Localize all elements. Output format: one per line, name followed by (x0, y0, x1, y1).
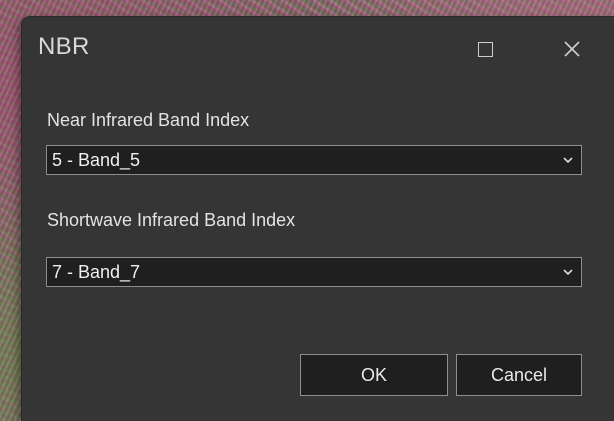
cancel-button[interactable]: Cancel (456, 354, 582, 396)
maximize-icon (477, 41, 493, 57)
close-icon (564, 41, 580, 57)
nir-band-value: 5 - Band_5 (52, 149, 141, 170)
chevron-down-icon (561, 153, 575, 167)
maximize-button[interactable] (467, 31, 503, 67)
nbr-dialog: NBR Near Infrared Band Index 5 - Band_5 … (22, 17, 614, 421)
chevron-down-icon (561, 265, 575, 279)
close-button[interactable] (554, 31, 590, 67)
swir-band-value: 7 - Band_7 (52, 261, 141, 282)
ok-button[interactable]: OK (300, 354, 448, 396)
dialog-title: NBR (38, 33, 90, 60)
nir-band-select[interactable]: 5 - Band_5 (46, 145, 582, 175)
dialog-titlebar: NBR (22, 17, 614, 81)
nir-band-label: Near Infrared Band Index (47, 110, 250, 130)
swir-band-select[interactable]: 7 - Band_7 (46, 257, 582, 287)
swir-band-label: Shortwave Infrared Band Index (47, 210, 296, 230)
